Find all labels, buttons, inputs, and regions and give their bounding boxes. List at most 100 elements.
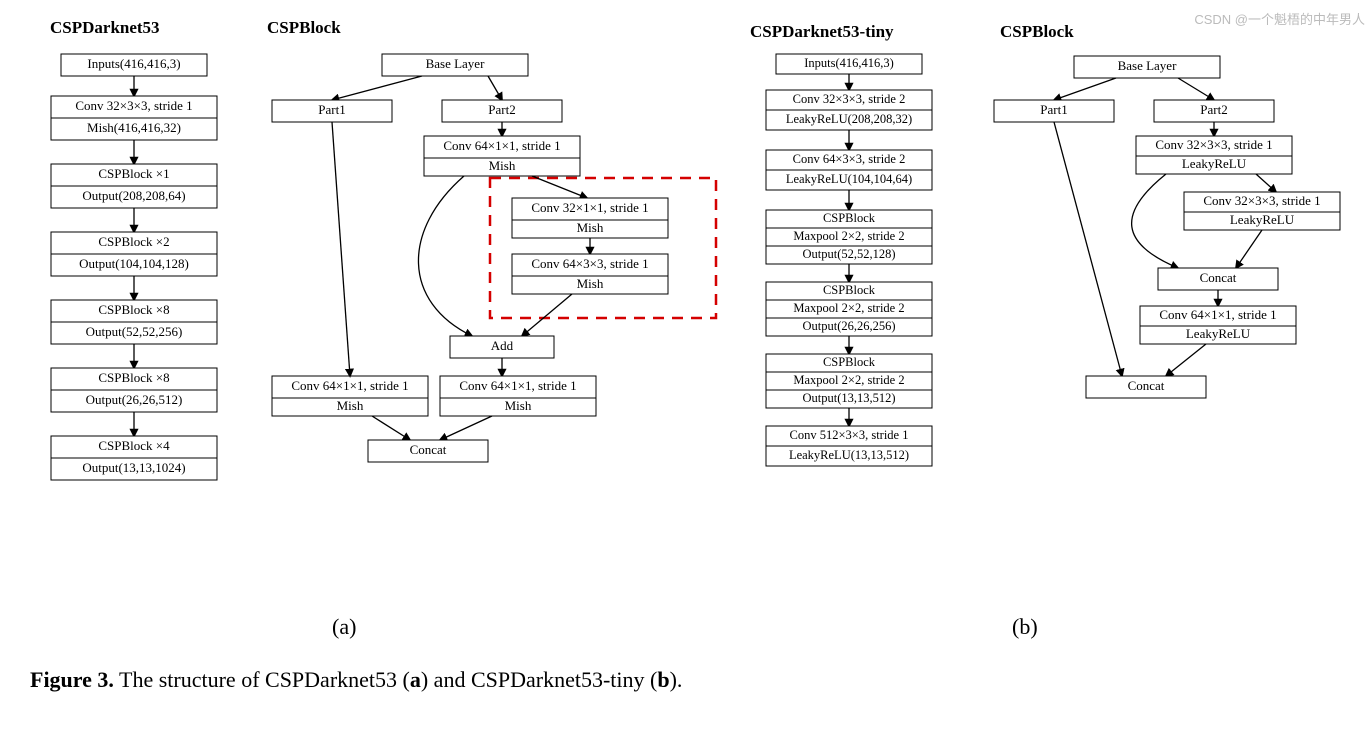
svg-text:LeakyReLU: LeakyReLU <box>1230 212 1295 227</box>
svg-text:Mish: Mish <box>489 158 516 173</box>
svg-text:Conv 64×1×1, stride 1: Conv 64×1×1, stride 1 <box>459 378 576 393</box>
conv32-1-b: Conv 32×3×3, stride 1 LeakyReLU <box>1136 136 1292 174</box>
caption-a: a <box>410 667 421 692</box>
c3-conv1: Conv 32×3×3, stride 2 LeakyReLU(208,208,… <box>766 90 932 130</box>
part1-b: Part1 <box>994 100 1114 122</box>
svg-text:Conv 32×3×3, stride 1: Conv 32×3×3, stride 1 <box>1155 137 1272 152</box>
svg-text:Conv 64×3×3, stride 1: Conv 64×3×3, stride 1 <box>531 256 648 271</box>
svg-text:Conv 512×3×3, stride 1: Conv 512×3×3, stride 1 <box>790 428 909 442</box>
c1-inputs: Inputs(416,416,3) <box>61 54 207 76</box>
conv64-b: Conv 64×1×1, stride 1 LeakyReLU <box>1140 306 1296 344</box>
svg-text:CSPBlock: CSPBlock <box>823 355 876 369</box>
svg-text:Output(26,26,512): Output(26,26,512) <box>86 392 183 407</box>
svg-text:CSPBlock ×4: CSPBlock ×4 <box>98 438 170 453</box>
svg-text:Conv 64×1×1, stride 1: Conv 64×1×1, stride 1 <box>443 138 560 153</box>
c3-csp3: CSPBlock Maxpool 2×2, stride 2 Output(13… <box>766 354 932 408</box>
svg-text:Conv 64×1×1, stride 1: Conv 64×1×1, stride 1 <box>291 378 408 393</box>
diagram-cspblock-b: .bx4 { fill:#fff; stroke:#000; stroke-wi… <box>966 44 1366 514</box>
svg-text:LeakyReLU: LeakyReLU <box>1186 326 1251 341</box>
c3-conv2: Conv 64×3×3, stride 2 LeakyReLU(104,104,… <box>766 150 932 190</box>
part2-b: Part2 <box>1154 100 1274 122</box>
svg-text:LeakyReLU(208,208,32): LeakyReLU(208,208,32) <box>786 112 912 126</box>
caption-figure-number: Figure 3. <box>30 667 114 692</box>
diagram-cspblock-a: .bx2 { fill:#fff; stroke:#000; stroke-wi… <box>252 40 732 550</box>
subfigure-label-b: (b) <box>1012 614 1038 640</box>
svg-text:Output(26,26,256): Output(26,26,256) <box>802 319 895 333</box>
svg-text:Part1: Part1 <box>1040 102 1067 117</box>
svg-text:Mish: Mish <box>337 398 364 413</box>
svg-text:Add: Add <box>491 338 514 353</box>
svg-text:Conv 32×1×1, stride 1: Conv 32×1×1, stride 1 <box>531 200 648 215</box>
svg-text:Conv 64×1×1, stride 1: Conv 64×1×1, stride 1 <box>1159 307 1276 322</box>
out-conv-left-a: Conv 64×1×1, stride 1 Mish <box>272 376 428 416</box>
part2-conv-a: Conv 64×1×1, stride 1 Mish <box>424 136 580 176</box>
svg-text:LeakyReLU(13,13,512): LeakyReLU(13,13,512) <box>789 448 909 462</box>
concat2-b: Concat <box>1086 376 1206 398</box>
svg-text:CSPBlock ×2: CSPBlock ×2 <box>98 234 169 249</box>
caption-text-2: ) and CSPDarknet53-tiny ( <box>421 667 657 692</box>
conv32-2-b: Conv 32×3×3, stride 1 LeakyReLU <box>1184 192 1340 230</box>
svg-text:Mish(416,416,32): Mish(416,416,32) <box>87 120 181 135</box>
out-conv-right-a: Conv 64×1×1, stride 1 Mish <box>440 376 596 416</box>
c1-cspblock2: CSPBlock ×2 Output(104,104,128) <box>51 232 217 276</box>
svg-text:Output(52,52,128): Output(52,52,128) <box>802 247 895 261</box>
c3-csp1: CSPBlock Maxpool 2×2, stride 2 Output(52… <box>766 210 932 264</box>
svg-text:Output(208,208,64): Output(208,208,64) <box>82 188 185 203</box>
svg-text:CSPBlock ×8: CSPBlock ×8 <box>98 370 169 385</box>
svg-text:Inputs(416,416,3): Inputs(416,416,3) <box>804 56 894 70</box>
svg-text:Conv 64×3×3, stride 2: Conv 64×3×3, stride 2 <box>793 152 906 166</box>
heading-cspdarknet53: CSPDarknet53 <box>50 18 160 38</box>
diagram-cspdarknet53-tiny: .bx3 { fill:#fff; stroke:#000; stroke-wi… <box>744 44 954 624</box>
svg-text:Concat: Concat <box>1200 270 1237 285</box>
caption-b: b <box>657 667 669 692</box>
svg-text:Mish: Mish <box>505 398 532 413</box>
res-conv64-a: Conv 64×3×3, stride 1 Mish <box>512 254 668 294</box>
svg-text:Conv 32×3×3, stride 1: Conv 32×3×3, stride 1 <box>75 98 192 113</box>
part1-a: Part1 <box>272 100 392 122</box>
c3-inputs: Inputs(416,416,3) <box>776 54 922 74</box>
base-layer-b: Base Layer <box>1074 56 1220 78</box>
svg-text:Base Layer: Base Layer <box>426 56 486 71</box>
svg-text:CSPBlock: CSPBlock <box>823 283 876 297</box>
svg-text:Output(52,52,256): Output(52,52,256) <box>86 324 183 339</box>
c3-csp2: CSPBlock Maxpool 2×2, stride 2 Output(26… <box>766 282 932 336</box>
svg-text:Output(13,13,1024): Output(13,13,1024) <box>82 460 185 475</box>
concat-a: Concat <box>368 440 488 462</box>
add-a: Add <box>450 336 554 358</box>
svg-text:Maxpool 2×2, stride 2: Maxpool 2×2, stride 2 <box>793 301 904 315</box>
part2-a: Part2 <box>442 100 562 122</box>
figure-caption: Figure 3. The structure of CSPDarknet53 … <box>30 667 682 693</box>
svg-text:Inputs(416,416,3): Inputs(416,416,3) <box>87 56 180 71</box>
svg-text:Concat: Concat <box>410 442 447 457</box>
subfigure-label-a: (a) <box>332 614 356 640</box>
heading-cspdarknet53-tiny: CSPDarknet53-tiny <box>750 22 894 42</box>
svg-text:Base Layer: Base Layer <box>1118 58 1178 73</box>
concat1-b: Concat <box>1158 268 1278 290</box>
svg-text:Conv 32×3×3, stride 2: Conv 32×3×3, stride 2 <box>793 92 906 106</box>
svg-text:Mish: Mish <box>577 276 604 291</box>
heading-cspblock-b: CSPBlock <box>1000 22 1074 42</box>
c1-cspblock5: CSPBlock ×4 Output(13,13,1024) <box>51 436 217 480</box>
diagram-cspdarknet53: .bx { fill:#fff; stroke:#000; stroke-wid… <box>29 40 239 620</box>
svg-text:Maxpool 2×2, stride 2: Maxpool 2×2, stride 2 <box>793 373 904 387</box>
svg-text:CSPBlock: CSPBlock <box>823 211 876 225</box>
svg-text:LeakyReLU(104,104,64): LeakyReLU(104,104,64) <box>786 172 912 186</box>
svg-text:Maxpool 2×2, stride 2: Maxpool 2×2, stride 2 <box>793 229 904 243</box>
c3-conv512: Conv 512×3×3, stride 1 LeakyReLU(13,13,5… <box>766 426 932 466</box>
caption-text-3: ). <box>670 667 683 692</box>
watermark: CSDN @一个魁梧的中年男人 <box>1194 9 1365 28</box>
svg-text:Mish: Mish <box>577 220 604 235</box>
heading-cspblock-a: CSPBlock <box>267 18 341 38</box>
c1-cspblock4: CSPBlock ×8 Output(26,26,512) <box>51 368 217 412</box>
svg-text:CSPBlock ×8: CSPBlock ×8 <box>98 302 169 317</box>
c1-cspblock1: CSPBlock ×1 Output(208,208,64) <box>51 164 217 208</box>
svg-text:CSPBlock ×1: CSPBlock ×1 <box>98 166 169 181</box>
base-layer-a: Base Layer <box>382 54 528 76</box>
c1-conv1: Conv 32×3×3, stride 1 Mish(416,416,32) <box>51 96 217 140</box>
svg-text:Part2: Part2 <box>1200 102 1227 117</box>
res-conv32-a: Conv 32×1×1, stride 1 Mish <box>512 198 668 238</box>
caption-text-1: The structure of CSPDarknet53 ( <box>114 667 410 692</box>
c1-cspblock3: CSPBlock ×8 Output(52,52,256) <box>51 300 217 344</box>
svg-text:Output(104,104,128): Output(104,104,128) <box>79 256 189 271</box>
svg-text:Concat: Concat <box>1128 378 1165 393</box>
